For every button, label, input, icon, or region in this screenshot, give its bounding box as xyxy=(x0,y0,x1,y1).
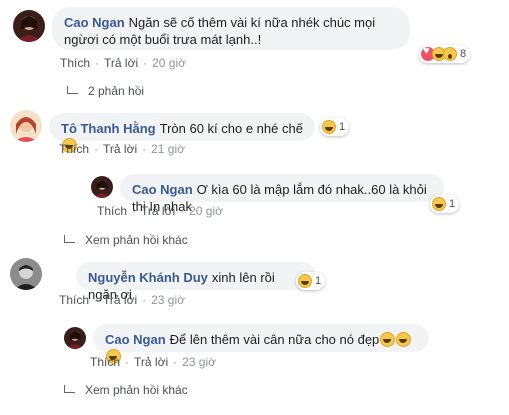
separator-dot: · xyxy=(173,355,178,369)
reply-link[interactable]: Trả lời xyxy=(103,142,137,156)
reply-bubble: Cao Ngan Ơ kìa 60 là mập lắm đó nhak..60 … xyxy=(120,174,444,214)
timestamp[interactable]: 20 giờ xyxy=(152,56,186,70)
comment-author[interactable]: Nguyễn Khánh Duy xyxy=(88,270,208,285)
haha-icon xyxy=(298,274,312,288)
timestamp[interactable]: 23 giờ xyxy=(182,355,216,369)
view-more-replies-link[interactable]: Xem phản hồi khác xyxy=(64,383,188,397)
haha-icon xyxy=(322,120,336,134)
reply-arrow-icon xyxy=(64,234,75,243)
reaction-count: 1 xyxy=(339,121,346,133)
comment-actions: Thích · Trả lời · 20 giờ xyxy=(60,56,186,70)
view-replies-label: 2 phản hồi xyxy=(88,84,145,98)
avatar[interactable] xyxy=(10,110,42,142)
haha-emoji-icon xyxy=(396,332,412,347)
reply-arrow-icon xyxy=(64,384,75,393)
comment-author[interactable]: Tô Thanh Hằng xyxy=(61,121,156,136)
view-replies-link[interactable]: 2 phản hồi xyxy=(67,84,144,98)
like-link[interactable]: Thích xyxy=(60,56,90,70)
avatar[interactable] xyxy=(91,176,113,198)
reply-link[interactable]: Trả lời xyxy=(141,204,175,218)
separator-dot: · xyxy=(142,293,147,307)
reply-author[interactable]: Cao Ngan xyxy=(105,332,166,347)
separator-dot: · xyxy=(142,142,147,156)
reaction-summary[interactable]: 1 xyxy=(320,118,350,136)
reaction-count: 1 xyxy=(449,198,456,210)
like-link[interactable]: Thích xyxy=(59,142,89,156)
reply-arrow-icon xyxy=(67,85,78,94)
view-more-replies-label: Xem phản hồi khác xyxy=(85,383,188,397)
comment-actions: Thích · Trả lời · 21 giờ xyxy=(59,142,185,156)
comment-text: Tròn 60 kí cho e nhé chế xyxy=(159,121,303,136)
comment-author[interactable]: Cao Ngan xyxy=(64,15,125,30)
avatar[interactable] xyxy=(64,327,86,349)
reply-link[interactable]: Trả lời xyxy=(134,355,168,369)
avatar[interactable] xyxy=(10,258,42,290)
reaction-summary[interactable]: 1 xyxy=(430,195,460,213)
comment-actions: Thích · Trả lời · 23 giờ xyxy=(59,293,185,307)
reaction-summary[interactable]: 1 xyxy=(296,272,326,290)
separator-dot: · xyxy=(95,56,100,70)
separator-dot: · xyxy=(180,204,185,218)
reply-bubble: Cao Ngan Để lên thêm vài cân nữa cho nó đ… xyxy=(93,324,429,364)
reply-link[interactable]: Trả lời xyxy=(104,56,138,70)
comment-bubble: Tô Thanh Hằng Tròn 60 kí cho e nhé chế xyxy=(49,113,315,153)
comment-bubble: Cao Ngan Ngăn sẽ cố thêm vài kí nữa nhék … xyxy=(52,7,410,50)
reply-actions: Thích · Trả lời · 23 giờ xyxy=(90,355,216,369)
haha-icon xyxy=(432,197,446,211)
separator-dot: · xyxy=(94,142,99,156)
reaction-count: 8 xyxy=(460,48,467,60)
avatar[interactable] xyxy=(13,10,45,42)
like-link[interactable]: Thích xyxy=(90,355,120,369)
separator-dot: · xyxy=(132,204,137,218)
reaction-summary[interactable]: 8 xyxy=(419,45,471,63)
separator-dot: · xyxy=(143,56,148,70)
reaction-count: 1 xyxy=(315,275,322,287)
timestamp[interactable]: 23 giờ xyxy=(151,293,185,307)
haha-emoji-icon xyxy=(380,332,396,347)
timestamp[interactable]: 20 giờ xyxy=(189,204,223,218)
view-more-replies-label: Xem phản hồi khác xyxy=(85,233,188,247)
reply-actions: Thích · Trả lời · 20 giờ xyxy=(97,204,223,218)
separator-dot: · xyxy=(125,355,130,369)
separator-dot: · xyxy=(94,293,99,307)
like-link[interactable]: Thích xyxy=(59,293,89,307)
reply-author[interactable]: Cao Ngan xyxy=(132,182,193,197)
wow-icon xyxy=(443,47,457,61)
timestamp[interactable]: 21 giờ xyxy=(151,142,185,156)
reply-text: Để lên thêm vài cân nữa cho nó đẹp xyxy=(169,332,380,347)
reply-link[interactable]: Trả lời xyxy=(103,293,137,307)
like-link[interactable]: Thích xyxy=(97,204,127,218)
view-more-replies-link[interactable]: Xem phản hồi khác xyxy=(64,233,188,247)
comment-bubble: Nguyễn Khánh Duy xinh lên rồi ngăn ơi xyxy=(76,262,316,302)
